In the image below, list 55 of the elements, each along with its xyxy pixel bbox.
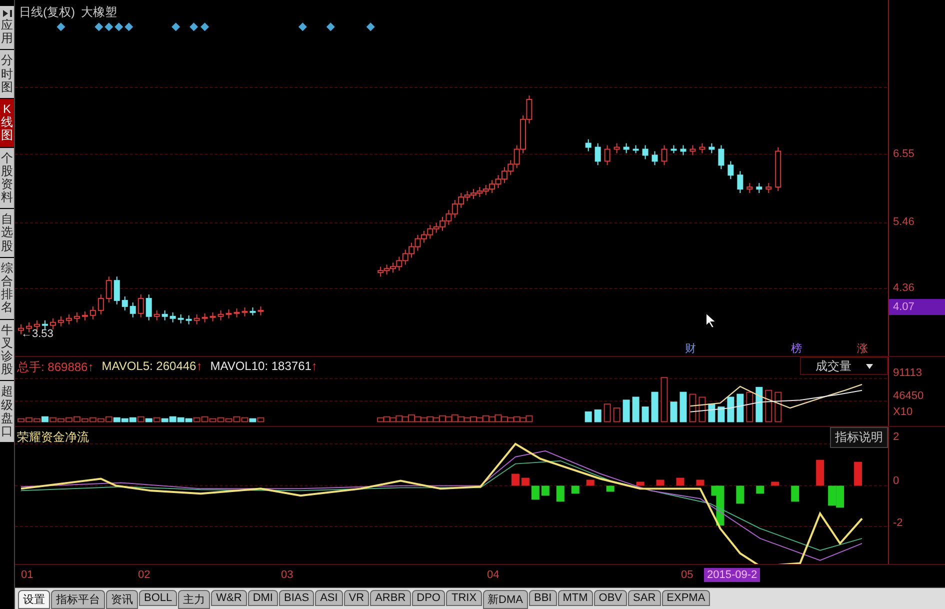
sidebar-tab[interactable]: 综合排名 [0,258,14,319]
indicator-tab[interactable]: 新DMA [482,590,528,609]
indicator-tab[interactable]: VR [344,590,370,606]
indicator-tab[interactable]: EXPMA [662,590,710,606]
volume-axis-label: 91113 [893,367,922,380]
indicator-tab[interactable]: TRIX [446,590,482,606]
indicator-tab[interactable]: MTM [558,590,593,606]
indicator-tab[interactable]: 设置 [18,590,50,609]
sidebar-tab[interactable]: 个股资料 [0,148,14,208]
sidebar-tab[interactable]: K线图 [0,98,14,146]
volume-stat: MAVOL5: 260446↑ [102,359,202,376]
indicator-tab[interactable]: SAR [628,590,661,606]
indicator-tab[interactable]: W&R [211,590,247,606]
indicator-dropdown[interactable]: 成交量 [800,357,888,376]
sidebar-tab[interactable]: 应用 [0,6,14,50]
indicator-title: 荣耀资金净流 [17,428,89,446]
indicator-tab[interactable]: 指标平台 [51,590,105,609]
sidebar-tab[interactable]: 牛叉诊股 [0,320,14,380]
indicator-tab[interactable]: ASI [315,590,343,606]
month-label: 01 [21,569,34,582]
indicator-axis-label: 0 [893,474,900,487]
sidebar-tab[interactable]: 自选股 [0,209,14,257]
month-label: 05 [681,569,694,582]
indicator-tab[interactable]: BIAS [278,590,314,606]
volume-stat: MAVOL10: 183761↑ [210,359,318,376]
indicator-tab[interactable]: BOLL [139,590,178,606]
indicator-tab[interactable]: BBI [529,590,557,606]
price-axis-label: 5.46 [893,216,914,228]
month-label: 03 [281,569,294,582]
sidebar-tab[interactable]: 超级盘口 [0,381,14,442]
price-axis-label: 4.36 [893,282,914,294]
volume-axis-label: 46450 [893,390,924,402]
month-label: 02 [138,569,150,582]
volume-stat: 总手: 869886↑ [17,359,94,376]
cursor-date-label: 2015-09-2 [704,568,760,582]
indicator-tab[interactable]: DPO [412,590,446,606]
volume-axis-label: X10 [893,406,913,418]
event-marker[interactable]: 榜 [791,341,802,356]
indicator-axis-label: 2 [893,430,900,443]
chart-period: 日线(复权) [19,4,75,21]
indicator-tab[interactable]: OBV [594,590,628,606]
price-axis-label: 6.55 [893,148,914,160]
indicator-tab[interactable]: 主力 [178,590,210,609]
low-price-label: ←3.53 [21,328,54,340]
current-price-label: 4.07 [889,299,945,315]
indicator-tab[interactable]: ARBR [370,590,411,606]
stock-name: 大橡塑 [81,4,117,21]
indicator-tab[interactable]: DMI [248,590,278,606]
event-marker[interactable]: 涨 [857,341,868,356]
indicator-axis-label: -2 [893,516,903,529]
month-label: 04 [487,569,500,582]
sidebar-tab[interactable]: 分时图 [0,50,14,98]
event-marker[interactable]: 财 [685,341,696,356]
indicator-help-button[interactable]: 指标说明 [830,426,888,448]
indicator-tab[interactable]: 资讯 [106,590,138,609]
